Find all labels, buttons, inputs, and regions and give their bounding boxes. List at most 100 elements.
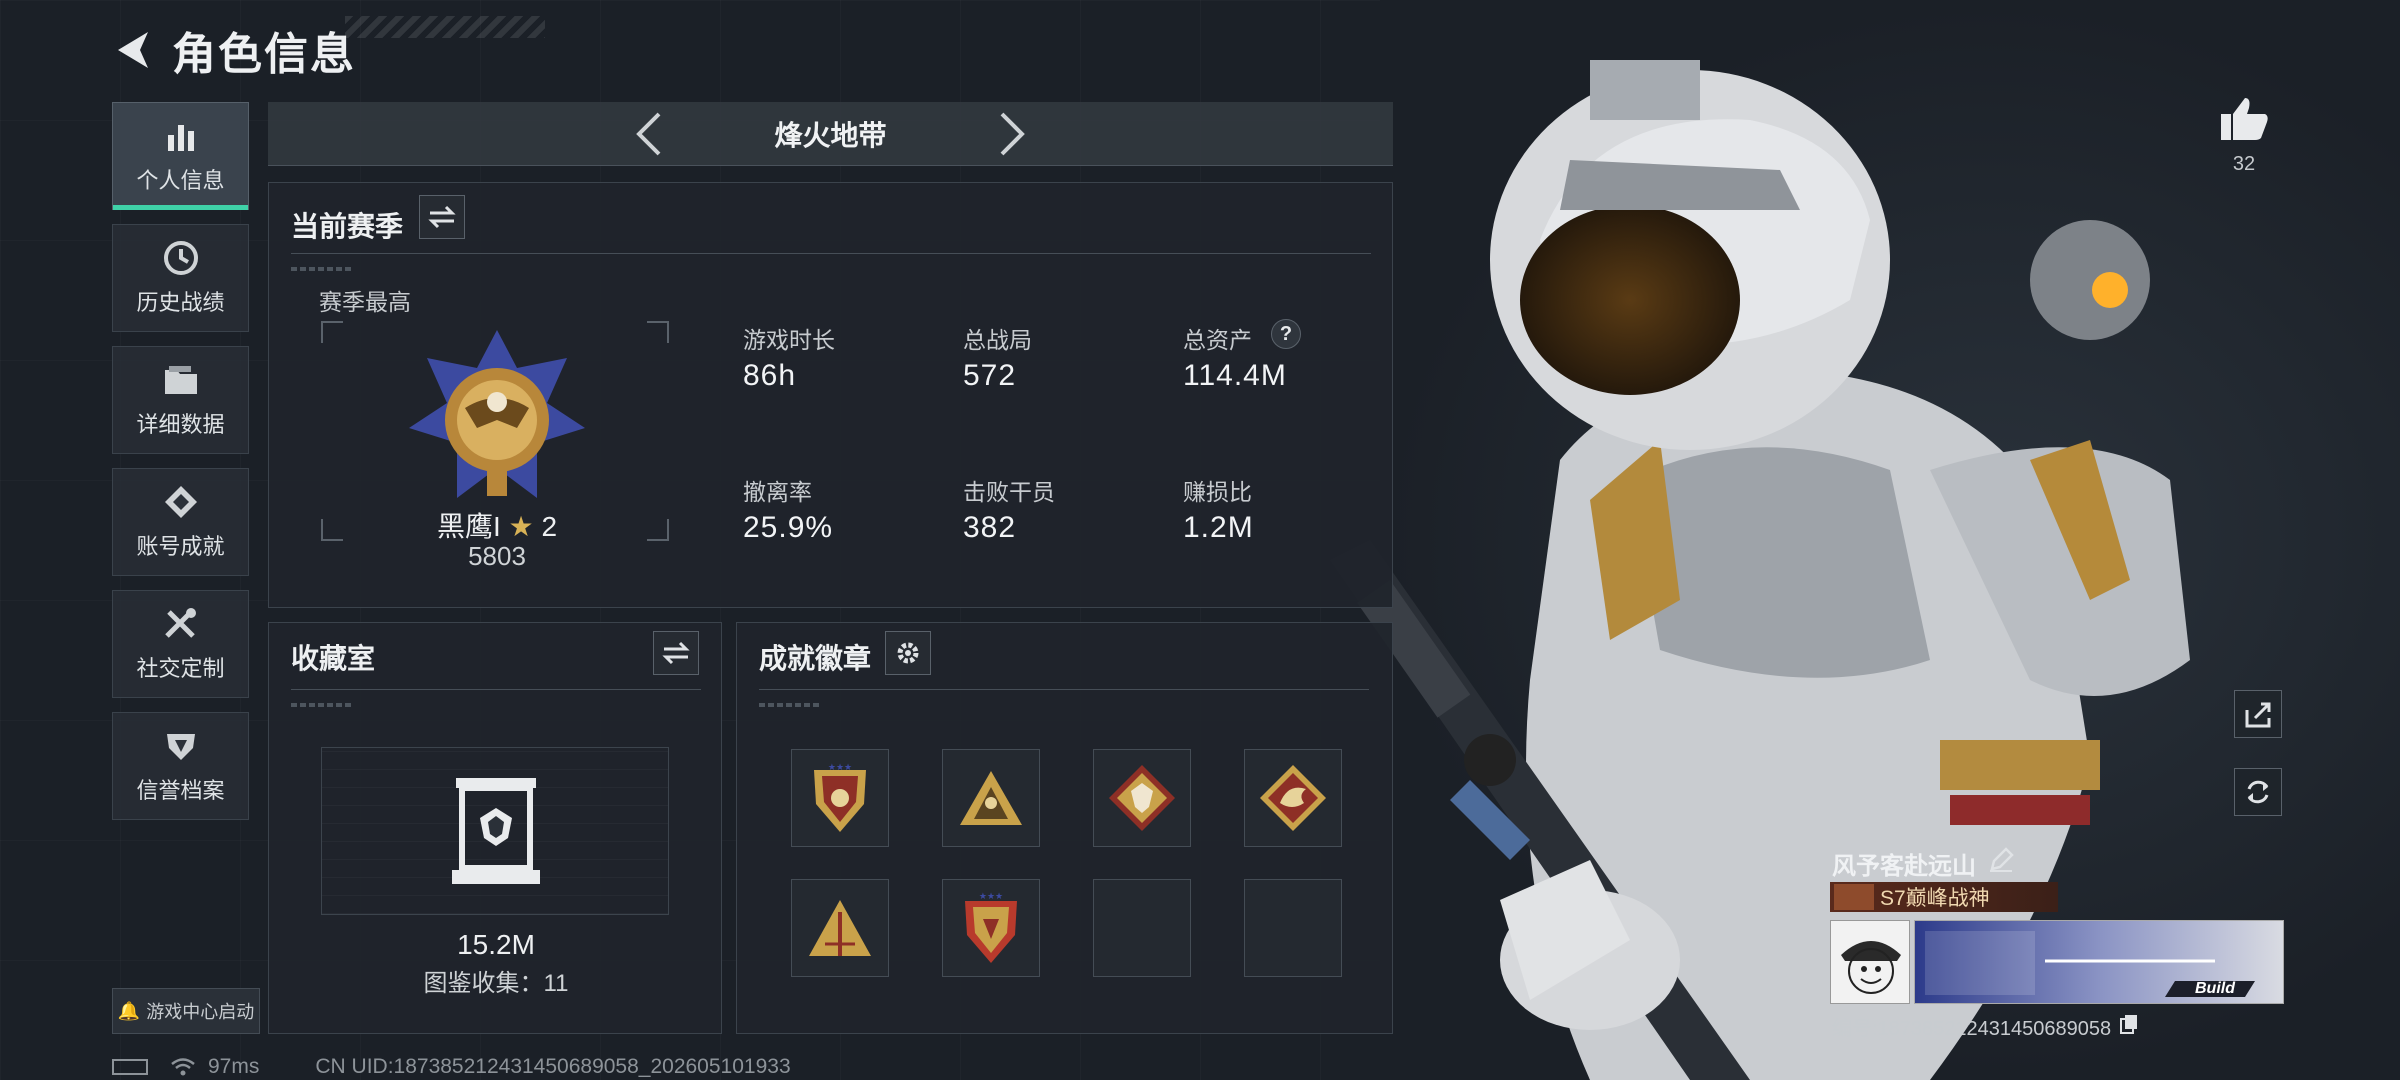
prev-mode-button[interactable]	[623, 104, 673, 164]
current-season-panel: 当前赛季 赛季最高 黑鹰I ★ 2 5803 游戏时长 86h 总战局 572 …	[268, 182, 1393, 608]
deco-strip	[291, 703, 351, 707]
sidebar-item-label: 账号成就	[136, 534, 225, 559]
game-center-launch-button[interactable]: 🔔 游戏中心启动	[112, 988, 260, 1034]
swap-collection-button[interactable]	[653, 631, 699, 675]
edit-name-button[interactable]	[1988, 847, 2014, 880]
sidebar-item-detail-data[interactable]: 详细数据	[112, 346, 249, 454]
sidebar-item-label: 信誉档案	[136, 778, 225, 803]
shield-icon	[162, 727, 200, 765]
dragon-badge-icon	[1260, 765, 1326, 831]
stat-label-total-assets: 总资产	[1183, 327, 1252, 353]
stat-label-total-matches: 总战局	[963, 327, 1032, 353]
thumbs-up-icon	[2221, 98, 2268, 140]
badge-slot[interactable]: ★★★	[791, 749, 889, 847]
battery-icon	[112, 1059, 148, 1075]
profile-card: 风予客赴远山 S7巅峰战神 Build 编号:18738521243145068…	[1826, 840, 2286, 1060]
rank-score: 5803	[468, 541, 526, 571]
copy-id-button[interactable]	[2119, 1013, 2139, 1041]
sidebar-item-history[interactable]: 历史战绩	[112, 224, 249, 332]
player-name: 风予客赴远山	[1832, 853, 1976, 880]
collection-count: 图鉴收集：11	[423, 970, 569, 997]
stat-label-extract-rate: 撤离率	[743, 479, 812, 505]
title-decoration	[345, 16, 545, 38]
panel-title: 收藏室	[291, 643, 376, 674]
stat-value-total-matches: 572	[963, 359, 1017, 392]
clock-icon	[162, 239, 200, 277]
like-area: 32	[2214, 96, 2274, 176]
stat-label-kills: 击败干员	[963, 479, 1055, 505]
badge-slot[interactable]	[1244, 749, 1342, 847]
badge-slot[interactable]	[791, 879, 889, 977]
bell-icon: 🔔	[117, 1000, 141, 1021]
achievement-icon	[162, 483, 200, 521]
share-button[interactable]	[2234, 690, 2282, 738]
sidebar: 个人信息 历史战绩 详细数据 账号成就 社交定制 信誉档案	[112, 102, 249, 834]
shield-badge-icon: ★★★	[814, 762, 866, 832]
back-button[interactable]	[110, 28, 154, 72]
rank-stars: 2	[541, 511, 558, 542]
collection-panel: 收藏室 15.2M 图鉴收集：11	[268, 622, 722, 1034]
mode-title: 烽火地带	[774, 119, 887, 151]
sidebar-item-personal-info[interactable]: 个人信息	[112, 102, 249, 210]
swap-icon	[662, 641, 690, 665]
wifi-icon	[171, 1058, 195, 1076]
deco-strip	[291, 267, 351, 271]
chevron-left-icon	[636, 112, 661, 155]
sidebar-item-label: 社交定制	[136, 656, 225, 681]
player-id-row: 编号:18738521243145068905​8	[1832, 1012, 2139, 1041]
badge-slot-empty[interactable]	[1093, 879, 1191, 977]
display-case-icon	[452, 778, 540, 884]
sidebar-item-achievements[interactable]: 账号成就	[112, 468, 249, 576]
refresh-icon	[2247, 780, 2269, 804]
badge-slot-empty[interactable]	[1244, 879, 1342, 977]
star-icon: ★	[508, 511, 534, 542]
triangle-badge-icon	[960, 771, 1022, 825]
sidebar-item-label: 历史战绩	[136, 290, 225, 315]
swap-season-button[interactable]	[419, 195, 465, 239]
share-icon	[2245, 702, 2271, 728]
next-mode-button[interactable]	[988, 104, 1038, 164]
like-button[interactable]	[2214, 96, 2274, 147]
stat-value-kills: 382	[963, 511, 1017, 544]
badge-slot[interactable]: ★★★	[942, 879, 1040, 977]
sidebar-item-credit-file[interactable]: 信誉档案	[112, 712, 249, 820]
badges-panel: 成就徽章 ★★★ ★★★	[736, 622, 1393, 1034]
stat-label-profit-ratio: 赚损比	[1183, 479, 1252, 505]
player-name-row: 风予客赴远山	[1832, 846, 2014, 881]
launch-label: 游戏中心启动	[146, 1002, 255, 1022]
avatar[interactable]	[1830, 920, 1910, 1004]
gear-icon	[897, 642, 919, 664]
mode-switcher: 烽火地带	[268, 102, 1393, 166]
rank-name: 黑鹰I	[436, 511, 501, 542]
collection-preview[interactable]	[321, 747, 669, 915]
badge-slot[interactable]	[1093, 749, 1191, 847]
refresh-button[interactable]	[2234, 768, 2282, 816]
title-tag-text: S7巅峰战神	[1880, 887, 1990, 910]
back-arrow-icon	[118, 32, 148, 68]
stat-value-total-assets: 114.4M	[1183, 359, 1287, 392]
sidebar-item-social-custom[interactable]: 社交定制	[112, 590, 249, 698]
svg-text:Build: Build	[2195, 980, 2236, 997]
tools-icon	[162, 605, 200, 643]
panel-title: 当前赛季	[291, 211, 404, 242]
badge-slot[interactable]	[942, 749, 1040, 847]
custom-build-logo: Build	[1925, 931, 2255, 997]
wolf-badge-icon	[1109, 765, 1175, 831]
copy-icon	[2120, 1014, 2138, 1034]
panel-divider	[291, 253, 1371, 254]
folder-icon	[162, 361, 200, 399]
page-header: 角色信息	[110, 22, 356, 79]
rank-emblem-icon	[409, 330, 585, 498]
svg-text:★★★: ★★★	[979, 891, 1003, 901]
name-card-banner[interactable]: Build	[1914, 920, 2284, 1004]
sidebar-item-label: 个人信息	[136, 168, 225, 193]
pencil-icon	[1990, 847, 2014, 872]
stat-value-extract-rate: 25.9%	[743, 511, 834, 544]
title-tag-emblem-icon	[1834, 884, 1874, 910]
like-count: 32	[2232, 153, 2256, 175]
title-tag: S7巅峰战神	[1830, 882, 2058, 912]
page-title: 角色信息	[172, 30, 356, 79]
panel-divider	[759, 689, 1369, 690]
badge-settings-button[interactable]	[885, 631, 931, 675]
help-button[interactable]: ?	[1271, 319, 1301, 349]
